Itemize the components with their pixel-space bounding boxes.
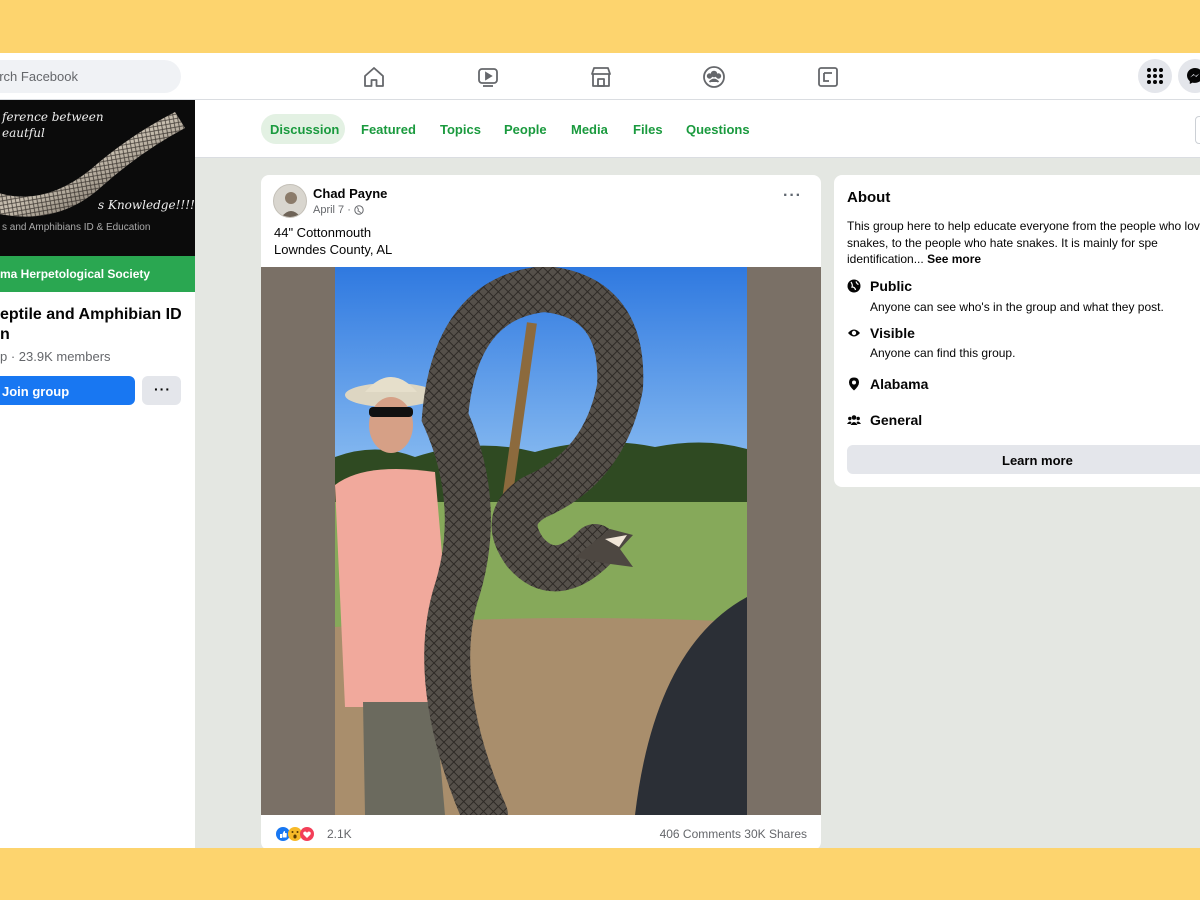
- about-card: About This group here to help educate ev…: [834, 175, 1200, 487]
- facebook-group-screen: arch Facebook ference between eautful s …: [0, 53, 1200, 848]
- see-more-link[interactable]: See more: [927, 252, 981, 266]
- visibility-title: Visible: [870, 325, 915, 341]
- search-input[interactable]: arch Facebook: [0, 60, 181, 93]
- learn-more-button[interactable]: Learn more: [847, 445, 1200, 474]
- category-title: General: [870, 412, 923, 428]
- cover-caption-2: eautful: [2, 126, 45, 140]
- post-options-button[interactable]: ···: [783, 187, 802, 205]
- more-options-icon: ···: [154, 381, 171, 397]
- group-member-count: p · 23.9K members: [0, 349, 111, 364]
- tab-files[interactable]: Files: [633, 114, 663, 144]
- tab-label: Questions: [686, 122, 750, 137]
- tab-label: Featured: [361, 122, 416, 137]
- eye-icon: [848, 329, 860, 337]
- top-navigation-bar: arch Facebook: [0, 53, 1200, 100]
- about-description: This group here to help educate everyone…: [847, 218, 1200, 268]
- tab-featured[interactable]: Featured: [361, 114, 421, 144]
- cover-caption-1: ference between: [2, 110, 104, 124]
- gaming-icon[interactable]: [816, 65, 840, 89]
- organization-banner[interactable]: ma Herpetological Society: [0, 256, 195, 292]
- search-placeholder: arch Facebook: [0, 69, 78, 84]
- group-cover-photo: ference between eautful s Knowledge!!!! …: [0, 100, 195, 256]
- post-author[interactable]: Chad Payne: [313, 186, 387, 201]
- author-avatar[interactable]: [273, 184, 307, 218]
- cover-caption-4: s and Amphibians ID & Education: [2, 222, 151, 233]
- group-more-button[interactable]: ···: [142, 376, 181, 405]
- learn-more-label: Learn more: [1002, 453, 1073, 468]
- join-group-label: Join group: [2, 384, 70, 399]
- cover-caption-3: s Knowledge!!!!: [98, 198, 195, 212]
- home-icon[interactable]: [362, 65, 386, 89]
- tabs-overflow-button[interactable]: [1195, 116, 1200, 144]
- reaction-icons[interactable]: [275, 826, 325, 842]
- group-title: eptile and Amphibian ID n: [0, 306, 182, 343]
- menu-grid-icon: [1147, 68, 1163, 84]
- about-title: About: [847, 189, 891, 206]
- join-group-button[interactable]: Join group: [0, 376, 135, 405]
- tab-people[interactable]: People: [504, 114, 550, 144]
- post-date[interactable]: April 7 ·: [313, 204, 351, 216]
- post-card: Chad Payne April 7 · ··· 44" Cottonmouth…: [261, 175, 821, 848]
- cottonmouth-photo: [335, 267, 747, 815]
- groups-icon[interactable]: [702, 65, 726, 89]
- location-pin-icon: [849, 377, 859, 391]
- privacy-subtitle: Anyone can see who's in the group and wh…: [870, 300, 1164, 314]
- tab-topics[interactable]: Topics: [440, 114, 484, 144]
- tab-label: Files: [633, 122, 663, 137]
- post-photo[interactable]: [335, 267, 747, 815]
- globe-icon: [354, 205, 364, 215]
- tab-discussion[interactable]: Discussion: [261, 114, 345, 144]
- messenger-icon: [1187, 68, 1200, 84]
- people-icon: [847, 415, 861, 425]
- tab-questions[interactable]: Questions: [686, 114, 750, 144]
- messenger-button[interactable]: [1178, 59, 1200, 93]
- visibility-subtitle: Anyone can find this group.: [870, 346, 1016, 360]
- tab-label: People: [504, 122, 547, 137]
- group-tabs-bar: Discussion Featured Topics People Media …: [195, 100, 1200, 158]
- wow-reaction-icon: [288, 827, 302, 841]
- post-stats[interactable]: 406 Comments 30K Shares: [660, 827, 807, 841]
- about-description-text: This group here to help educate everyone…: [847, 219, 1200, 266]
- marketplace-icon[interactable]: [589, 65, 613, 89]
- globe-icon: [847, 279, 861, 293]
- post-photo-frame[interactable]: [261, 267, 821, 815]
- post-text-line-1: 44" Cottonmouth: [274, 225, 372, 240]
- post-text-line-2: Lowndes County, AL: [274, 242, 393, 257]
- tab-media[interactable]: Media: [571, 114, 611, 144]
- privacy-title: Public: [870, 278, 913, 294]
- tab-label: Topics: [440, 122, 481, 137]
- tab-label: Discussion: [270, 122, 340, 137]
- group-sidebar: ference between eautful s Knowledge!!!! …: [0, 100, 195, 848]
- watch-icon[interactable]: [476, 65, 500, 89]
- organization-banner-label: ma Herpetological Society: [0, 267, 151, 281]
- menu-grid-button[interactable]: [1138, 59, 1172, 93]
- reaction-count[interactable]: 2.1K: [327, 827, 352, 841]
- tab-label: Media: [571, 122, 608, 137]
- location-title: Alabama: [870, 376, 929, 392]
